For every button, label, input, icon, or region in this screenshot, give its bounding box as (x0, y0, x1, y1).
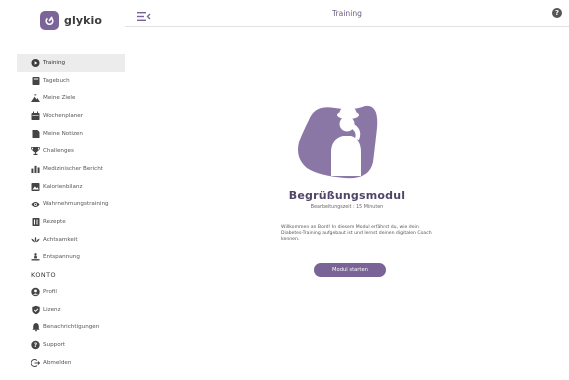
svg-text:?: ? (34, 342, 38, 349)
module-description: Willkommen an Bord! In diesem Modul erfä… (281, 225, 432, 242)
sidebar-item-label: Rezepte (43, 219, 66, 226)
sidebar-item-label: Benachrichtigungen (43, 324, 100, 331)
relax-icon (31, 253, 40, 262)
note-icon (31, 129, 40, 138)
sidebar-item-label: Wochenplaner (43, 112, 84, 119)
start-module-button[interactable]: Modul starten (314, 263, 386, 277)
sidebar-item-meine-notizen[interactable]: Meine Notizen (17, 125, 125, 143)
app-logo[interactable]: glykio (40, 11, 102, 30)
sidebar-item-achtsamkeit[interactable]: Achtsamkeit (17, 231, 125, 249)
help-icon[interactable]: ? (552, 8, 562, 18)
sidebar-item-label: Support (43, 341, 66, 348)
main-nav: Training Tagebuch Meine Ziele Wochenplan… (17, 54, 125, 266)
user-circle-icon (31, 287, 40, 297)
module-illustration (295, 102, 379, 180)
sidebar-item-label: Training (43, 59, 66, 66)
question-circle-icon: ? (31, 340, 40, 350)
module-title: Begrüßungsmodul (288, 189, 406, 202)
sidebar-item-label: Meine Ziele (43, 95, 76, 102)
app-name: glykio (64, 14, 103, 27)
sidebar-item-label: Medizinischer Bericht (43, 165, 103, 172)
play-circle-icon (31, 58, 40, 67)
trophy-icon (31, 147, 40, 156)
account-nav: Profil Lizenz Benachrichtigungen ? Suppo… (17, 283, 125, 371)
sidebar-item-medizinischer-bericht[interactable]: Medizinischer Bericht (17, 160, 125, 178)
sidebar-item-label: Lizenz (43, 306, 61, 313)
sidebar-item-benachrichtigungen[interactable]: Benachrichtigungen (17, 318, 125, 336)
sidebar-item-wahrnehmungstraining[interactable]: Wahrnehmungstraining (17, 196, 125, 214)
sidebar: glykio Training Tagebuch Meine Ziele Woc… (0, 0, 125, 380)
sidebar-item-label: Meine Notizen (43, 130, 83, 137)
logout-icon (31, 358, 40, 367)
sidebar-item-support[interactable]: ? Support (17, 336, 125, 354)
sidebar-item-label: Abmelden (43, 359, 72, 366)
sidebar-item-profil[interactable]: Profil (17, 283, 125, 301)
module-duration: Bearbeitungszeit : 15 Minuten (310, 205, 384, 210)
eye-icon (31, 200, 40, 209)
main-content: Begrüßungsmodul Bearbeitungszeit : 15 Mi… (125, 27, 569, 380)
sidebar-item-label: Challenges (43, 148, 74, 155)
shield-check-icon (31, 305, 40, 314)
sidebar-item-label: Profil (43, 288, 57, 295)
bar-chart-icon (31, 164, 40, 174)
sidebar-item-entspannung[interactable]: Entspannung (17, 249, 125, 267)
recipe-icon (31, 218, 40, 227)
bell-icon (31, 323, 40, 332)
page-title: Training (332, 9, 362, 18)
sidebar-item-wochenplaner[interactable]: Wochenplaner (17, 107, 125, 125)
sidebar-item-label: Tagebuch (43, 77, 70, 84)
sidebar-item-tagebuch[interactable]: Tagebuch (17, 72, 125, 90)
sidebar-item-label: Entspannung (43, 254, 80, 261)
sidebar-item-challenges[interactable]: Challenges (17, 142, 125, 160)
sidebar-item-lizenz[interactable]: Lizenz (17, 301, 125, 319)
scale-image-icon (31, 182, 40, 191)
sidebar-item-rezepte[interactable]: Rezepte (17, 213, 125, 231)
lotus-icon (31, 235, 40, 244)
sidebar-item-abmelden[interactable]: Abmelden (17, 354, 125, 372)
mountain-flag-icon (31, 94, 40, 103)
sidebar-item-label: Achtsamkeit (43, 236, 78, 243)
glykio-logo-icon (40, 11, 59, 30)
sidebar-item-label: Wahrnehmungstraining (43, 201, 109, 208)
sidebar-item-kalorienbilanz[interactable]: Kalorienbilanz (17, 178, 125, 196)
account-section-title: KONTO (31, 271, 57, 279)
sidebar-item-meine-ziele[interactable]: Meine Ziele (17, 89, 125, 107)
top-bar: Training ? (125, 0, 569, 27)
sidebar-item-training[interactable]: Training (17, 54, 125, 72)
calendar-icon (31, 111, 40, 120)
book-icon (31, 76, 40, 85)
sidebar-item-label: Kalorienbilanz (43, 183, 83, 190)
